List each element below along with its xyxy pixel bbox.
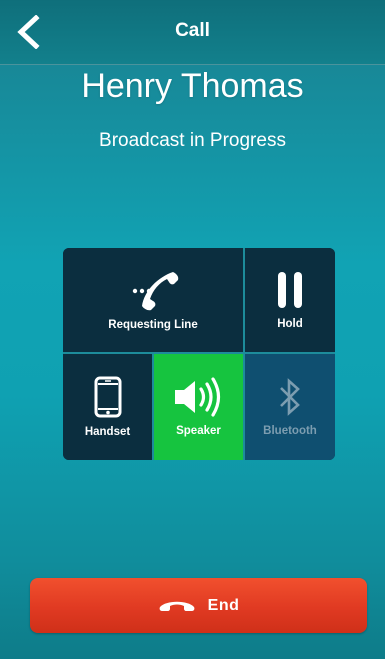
- nav-title: Call: [175, 20, 210, 41]
- nav-bar: Call: [0, 0, 385, 65]
- requesting-line-label: Requesting Line: [108, 319, 198, 331]
- requesting-line-button[interactable]: Requesting Line: [63, 248, 243, 352]
- handset-button[interactable]: Handset: [63, 354, 152, 460]
- hang-up-icon: [159, 601, 195, 611]
- grid-divider: [243, 248, 245, 460]
- call-controls-panel: Requesting Line Hold Handset Speaker Blu…: [63, 248, 335, 460]
- hold-button[interactable]: Hold: [245, 248, 335, 352]
- hold-label: Hold: [277, 318, 303, 330]
- pause-icon: [278, 272, 302, 308]
- speaker-icon: [174, 377, 220, 417]
- handset-label: Handset: [84, 426, 131, 438]
- bluetooth-button[interactable]: Bluetooth: [245, 354, 335, 460]
- call-screen: Call Henry Thomas Broadcast in Progress …: [0, 0, 385, 659]
- caller-name: Henry Thomas: [81, 67, 304, 105]
- bluetooth-label: Bluetooth: [263, 425, 317, 437]
- call-status: Broadcast in Progress: [99, 130, 286, 151]
- smartphone-icon: [94, 376, 121, 418]
- end-call-label: End: [207, 596, 240, 614]
- bluetooth-icon: [280, 378, 300, 416]
- phone-requesting-icon: [132, 272, 179, 311]
- grid-divider: [152, 354, 154, 460]
- grid-divider: [63, 352, 335, 354]
- speaker-label: Speaker: [176, 425, 221, 437]
- end-call-button[interactable]: End: [30, 578, 367, 633]
- speaker-button[interactable]: Speaker: [154, 354, 243, 460]
